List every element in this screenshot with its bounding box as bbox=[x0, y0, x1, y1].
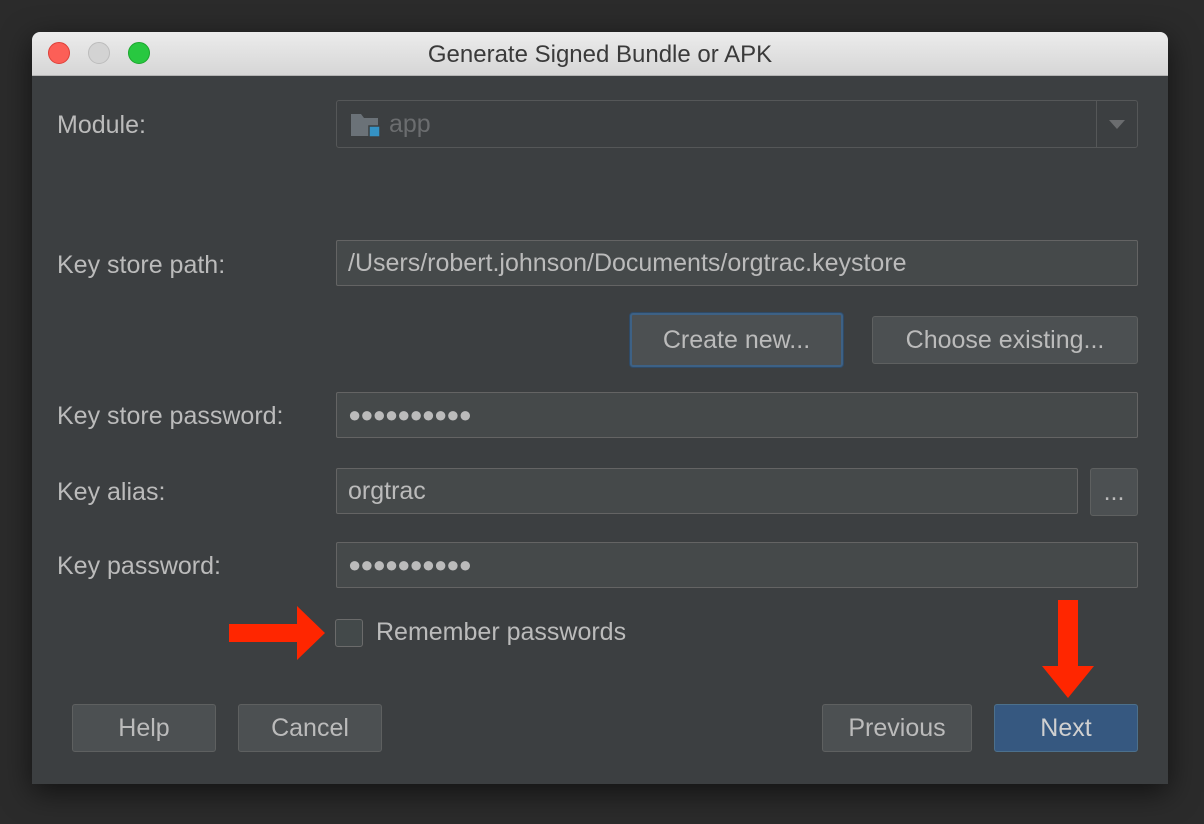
previous-button[interactable]: Previous bbox=[822, 704, 972, 752]
dropdown-separator bbox=[1096, 101, 1097, 147]
key-password-label: Key password: bbox=[57, 552, 221, 580]
remember-passwords-checkbox[interactable] bbox=[335, 619, 363, 647]
create-new-keystore-button[interactable]: Create new... bbox=[630, 313, 843, 367]
keystore-path-label: Key store path: bbox=[57, 251, 226, 279]
remember-passwords-label[interactable]: Remember passwords bbox=[376, 618, 626, 647]
title-bar: Generate Signed Bundle or APK bbox=[32, 32, 1168, 76]
choose-existing-keystore-button[interactable]: Choose existing... bbox=[872, 316, 1138, 364]
keystore-password-label: Key store password: bbox=[57, 402, 284, 430]
module-dropdown[interactable]: app bbox=[336, 100, 1138, 148]
next-button[interactable]: Next bbox=[994, 704, 1138, 752]
key-alias-field[interactable]: orgtrac bbox=[336, 468, 1078, 514]
cancel-button[interactable]: Cancel bbox=[238, 704, 382, 752]
chevron-down-icon[interactable] bbox=[1109, 120, 1125, 129]
keystore-path-field[interactable]: /Users/robert.johnson/Documents/orgtrac.… bbox=[336, 240, 1138, 286]
help-button[interactable]: Help bbox=[72, 704, 216, 752]
key-password-field[interactable]: ●●●●●●●●●● bbox=[336, 542, 1138, 588]
right-arrow-annotation-icon bbox=[229, 606, 325, 660]
window-title: Generate Signed Bundle or APK bbox=[427, 41, 773, 68]
browse-key-alias-button[interactable]: ... bbox=[1090, 468, 1138, 516]
module-label: Module: bbox=[57, 111, 146, 139]
down-arrow-annotation-icon bbox=[1042, 600, 1094, 698]
keystore-password-field[interactable]: ●●●●●●●●●● bbox=[336, 392, 1138, 438]
key-alias-label: Key alias: bbox=[57, 478, 166, 506]
module-folder-icon bbox=[351, 114, 381, 138]
module-value: app bbox=[389, 110, 431, 138]
signed-bundle-dialog: Generate Signed Bundle or APK Module: ap… bbox=[32, 32, 1168, 784]
